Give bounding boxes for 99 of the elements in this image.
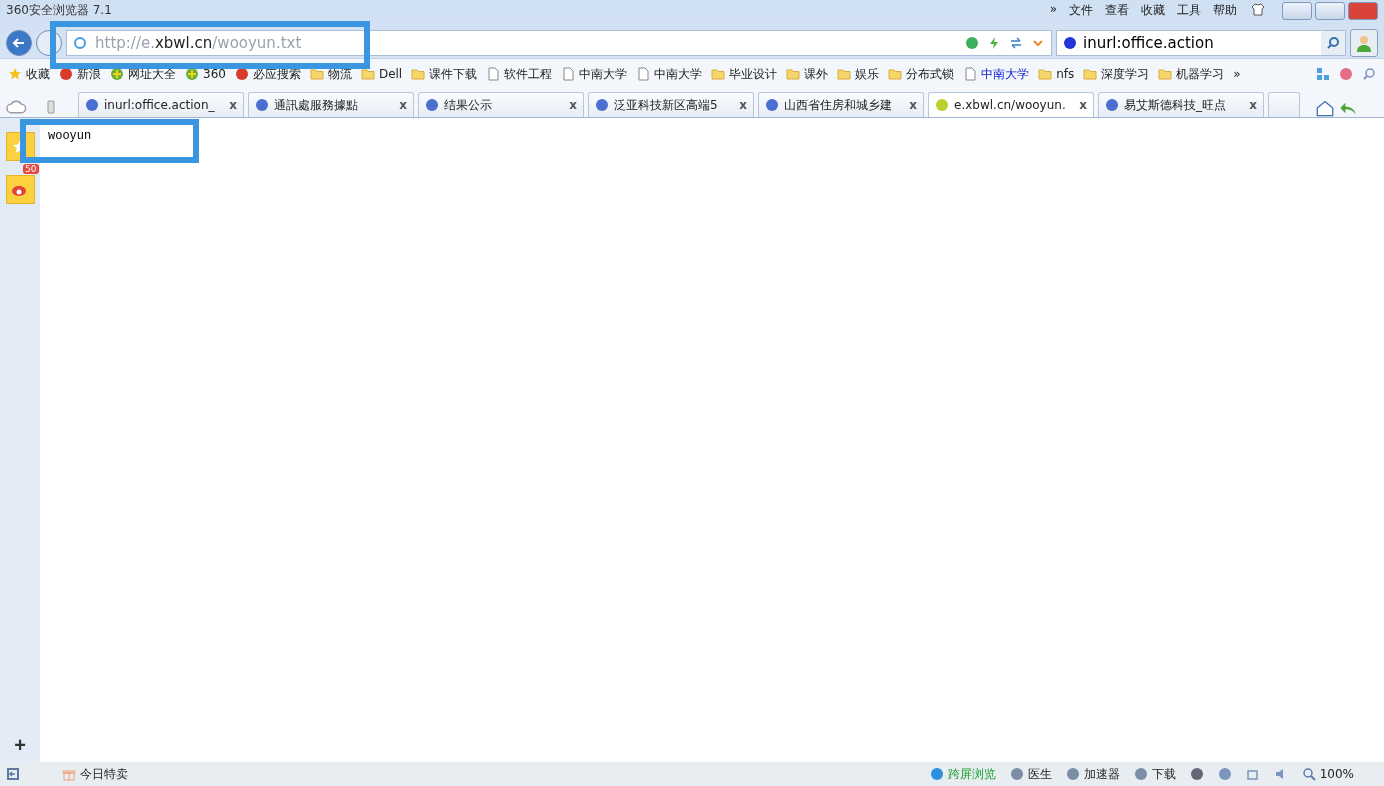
close-tab-icon[interactable]: x (909, 98, 917, 112)
close-tab-icon[interactable]: x (739, 98, 747, 112)
bookmark-item[interactable]: Dell (360, 67, 403, 81)
bookmark-item[interactable]: 360 (185, 67, 226, 81)
daily-deals-link[interactable]: 今日特卖 (62, 765, 128, 783)
folder-icon (711, 67, 726, 81)
folder-icon (360, 67, 375, 81)
status-item[interactable]: 加速器 (1065, 765, 1120, 783)
url-text: http://e.xbwl.cn/wooyun.txt (95, 34, 302, 52)
back-button[interactable] (6, 30, 32, 56)
bookmark-item[interactable]: 分布式锁 (888, 65, 955, 83)
bookmark-item[interactable]: 中南大学 (636, 65, 703, 83)
home-icon[interactable] (1316, 99, 1334, 117)
close-tab-icon[interactable]: x (569, 98, 577, 112)
bookmark-item[interactable]: 深度学习 (1083, 65, 1150, 83)
bookmark-item[interactable]: 网址大全 (110, 65, 176, 83)
folder-icon (309, 67, 324, 81)
page-icon (486, 67, 501, 81)
favicon-icon (595, 98, 609, 112)
bookmark-item[interactable]: 娱乐 (837, 65, 880, 83)
search-button[interactable] (1321, 31, 1345, 55)
maximize-button[interactable] (1315, 2, 1345, 20)
windows-icon[interactable] (1245, 767, 1260, 781)
bookmark-item[interactable]: 软件工程 (486, 65, 553, 83)
browser-tab[interactable]: 通訊處服務據點 x (248, 92, 414, 117)
page-icon (963, 67, 978, 81)
weibo-button[interactable] (5, 175, 35, 204)
favicon-icon (85, 98, 99, 112)
browser-tab[interactable]: 易艾斯德科技_旺点 x (1098, 92, 1264, 117)
plus-icon (110, 67, 124, 81)
bookmark-item[interactable]: 课外 (786, 65, 829, 83)
add-button[interactable]: + (8, 733, 32, 758)
bookmark-item[interactable]: 机器学习 (1158, 65, 1225, 83)
favicon-icon (255, 98, 269, 112)
more-bookmarks[interactable]: » (1233, 67, 1241, 81)
menu-item[interactable]: 文件 (1069, 2, 1093, 19)
plus-icon (185, 67, 199, 81)
search-field[interactable]: inurl:office.action (1056, 30, 1346, 56)
search-text: inurl:office.action (1083, 34, 1214, 52)
menu-item[interactable]: » (1049, 2, 1057, 16)
favicon-icon (935, 98, 949, 112)
close-tab-icon[interactable]: x (1079, 98, 1087, 112)
zoom-level[interactable]: 100% (1301, 767, 1354, 781)
browser-tab[interactable]: 泛亚科技新区高端5 x (588, 92, 754, 117)
star-icon (8, 67, 22, 81)
folder-icon (786, 67, 801, 81)
folder-icon (1038, 67, 1053, 81)
swap-arrows-icon[interactable] (1009, 36, 1023, 50)
address-field[interactable]: http://e.xbwl.cn/wooyun.txt (66, 30, 1052, 56)
close-tab-icon[interactable]: x (399, 98, 407, 112)
favicon-icon (765, 98, 779, 112)
search-icon[interactable] (1362, 67, 1376, 81)
bookmark-item[interactable]: 物流 (309, 65, 352, 83)
folder-icon (837, 67, 852, 81)
folder-icon (1083, 67, 1098, 81)
minimize-button[interactable] (1282, 2, 1312, 20)
status-item[interactable]: 下载 (1133, 765, 1176, 783)
folder-icon (411, 67, 426, 81)
bookmark-item[interactable]: 收藏 (8, 65, 50, 83)
user-avatar[interactable] (1350, 29, 1378, 57)
globe-icon (73, 36, 87, 50)
close-tab-icon[interactable]: x (1249, 98, 1257, 112)
exit-sidebar-icon[interactable] (6, 767, 20, 781)
bookmark-item[interactable]: 中南大学 (963, 65, 1030, 83)
search-icon (1326, 36, 1340, 50)
folder-icon (888, 67, 903, 81)
page-text: wooyun (48, 129, 92, 143)
close-button[interactable] (1348, 2, 1378, 20)
apps-grid-icon[interactable] (1316, 67, 1330, 81)
menu-item[interactable]: 帮助 (1213, 2, 1237, 19)
close-tab-icon[interactable]: x (229, 98, 237, 112)
window-title: 360安全浏览器 7.1 (6, 2, 112, 19)
menu-item[interactable]: 工具 (1177, 2, 1201, 19)
new-tab-button[interactable] (1268, 92, 1300, 117)
browser-tab[interactable]: 山西省住房和城乡建 x (758, 92, 924, 117)
page-icon (636, 67, 651, 81)
browser-tab[interactable]: inurl:office.action_ x (78, 92, 244, 117)
arrow-left-icon (12, 36, 26, 50)
bookmark-item[interactable]: 中南大学 (561, 65, 628, 83)
site-icon (234, 67, 249, 81)
site-icon (59, 67, 73, 81)
gift-icon (62, 767, 76, 781)
menu-item[interactable]: 查看 (1105, 2, 1129, 19)
folder-icon (1158, 67, 1173, 81)
bookmark-item[interactable]: 课件下载 (411, 65, 478, 83)
bookmark-item[interactable]: 毕业设计 (711, 65, 778, 83)
bookmark-item[interactable]: nfs (1038, 67, 1075, 81)
menu-item[interactable]: 收藏 (1141, 2, 1165, 19)
bookmark-item[interactable]: 新浪 (59, 65, 101, 83)
browser-tab[interactable]: e.xbwl.cn/wooyun. x (928, 92, 1094, 117)
favicon-icon (1105, 98, 1119, 112)
page-icon (561, 67, 576, 81)
magnifier-icon (1301, 767, 1316, 781)
lightning-icon[interactable] (987, 36, 1001, 50)
browser-tab[interactable]: 结果公示 x (418, 92, 584, 117)
shirt-icon[interactable] (1251, 2, 1265, 16)
notification-badge: 50 (23, 164, 39, 174)
favicon-icon (425, 98, 439, 112)
status-item[interactable]: 医生 (1009, 765, 1052, 783)
